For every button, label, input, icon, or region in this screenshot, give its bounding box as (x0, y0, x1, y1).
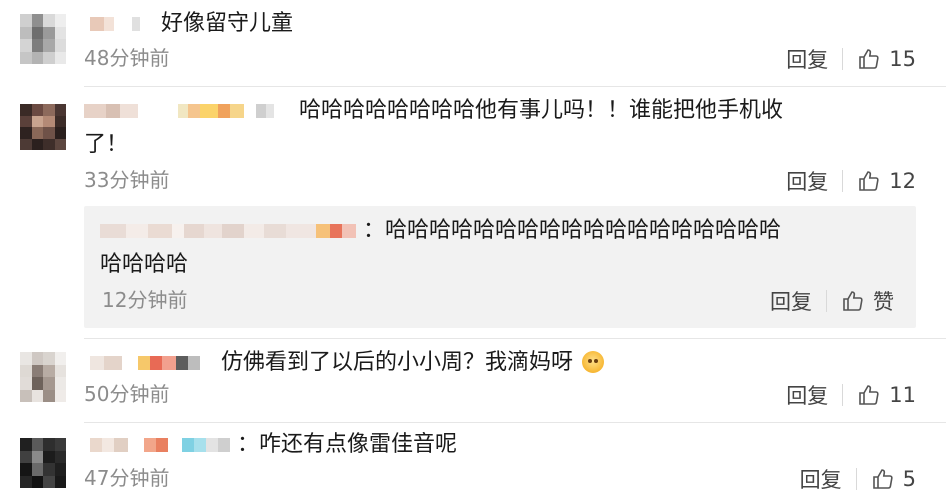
action-divider (842, 170, 844, 192)
action-divider (826, 290, 827, 312)
blurred-username[interactable] (84, 100, 292, 122)
comment-text: ：咋还有点像雷佳音呢 (90, 428, 457, 462)
comment-body: 哈哈哈哈哈哈哈哈他有事儿吗！！谁能把他手机收 (299, 98, 784, 123)
reply-button[interactable]: 回复 (770, 286, 812, 316)
sub-reply-time: 12分钟前 (102, 288, 188, 312)
action-divider (842, 384, 844, 406)
thumbs-up-icon (859, 49, 879, 69)
avatar[interactable] (20, 438, 66, 488)
comment-text-line-2: 了！ (84, 132, 129, 157)
like-button[interactable]: 11 (857, 383, 916, 407)
sub-reply-text-line-2: 哈哈哈哈 (100, 252, 189, 277)
comment-actions: 回复 11 (786, 380, 916, 410)
action-divider (842, 48, 844, 70)
comment-actions: 回复 5 (800, 464, 916, 494)
like-button[interactable]: 15 (857, 47, 916, 71)
comment-actions: 回复 12 (786, 166, 916, 196)
like-count: 15 (889, 47, 916, 71)
reply-button[interactable]: 回复 (800, 464, 842, 494)
blurred-username[interactable] (90, 352, 214, 374)
like-count: 12 (889, 169, 916, 193)
like-count: 5 (902, 467, 916, 491)
sub-reply-text-line-1: ：哈哈哈哈哈哈哈哈哈哈哈哈哈哈哈哈哈哈 (100, 214, 781, 248)
comment-actions: 回复 15 (786, 44, 916, 74)
comment-text: 仿佛看到了以后的小小周？我滴妈呀 (90, 346, 605, 380)
comment-time: 48分钟前 (84, 46, 170, 70)
thumbs-up-icon (843, 291, 863, 311)
avatar[interactable] (20, 104, 66, 150)
avatar[interactable] (20, 14, 66, 64)
comment-time: 50分钟前 (84, 382, 170, 406)
comment-body: 仿佛看到了以后的小小周？我滴妈呀 (221, 350, 574, 375)
like-button[interactable]: 5 (871, 467, 916, 491)
comment-text-line-1: 哈哈哈哈哈哈哈哈他有事儿吗！！谁能把他手机收 (84, 94, 783, 128)
comment-2: 哈哈哈哈哈哈哈哈他有事儿吗！！谁能把他手机收 了！ 33分钟前 回复 12 ：哈… (0, 88, 946, 338)
comment-time: 47分钟前 (84, 466, 170, 490)
blurred-username[interactable] (90, 434, 230, 456)
comment-3: 仿佛看到了以后的小小周？我滴妈呀 50分钟前 回复 11 (0, 338, 946, 424)
sub-reply: ：哈哈哈哈哈哈哈哈哈哈哈哈哈哈哈哈哈哈 哈哈哈哈 12分钟前 回复 赞 (84, 206, 916, 328)
comment-body: 好像留守儿童 (161, 11, 294, 36)
like-button[interactable]: 12 (857, 169, 916, 193)
blurred-username[interactable] (100, 220, 356, 242)
comment-divider (84, 86, 946, 87)
avatar[interactable] (20, 352, 66, 402)
like-count: 11 (889, 383, 916, 407)
reply-button[interactable]: 回复 (786, 166, 828, 196)
comment-4: ：咋还有点像雷佳音呢 47分钟前 回复 5 (0, 422, 946, 500)
sub-reply-actions: 回复 赞 (770, 286, 894, 316)
sub-reply-body: ：哈哈哈哈哈哈哈哈哈哈哈哈哈哈哈哈哈哈 (363, 218, 782, 243)
action-divider (855, 468, 857, 490)
face-emoji-icon (582, 351, 605, 373)
comment-body: ：咋还有点像雷佳音呢 (237, 432, 458, 457)
thumbs-up-icon (859, 171, 879, 191)
reply-button[interactable]: 回复 (786, 380, 828, 410)
comment-time: 33分钟前 (84, 168, 170, 192)
thumbs-up-icon (872, 469, 893, 489)
comment-1: 好像留守儿童 48分钟前 回复 15 (0, 0, 946, 88)
thumbs-up-icon (859, 385, 879, 405)
like-button[interactable]: 赞 (841, 286, 894, 316)
comment-text: 好像留守儿童 (90, 7, 293, 41)
like-label: 赞 (873, 290, 894, 314)
blurred-username[interactable] (90, 13, 154, 35)
reply-button[interactable]: 回复 (786, 44, 828, 74)
